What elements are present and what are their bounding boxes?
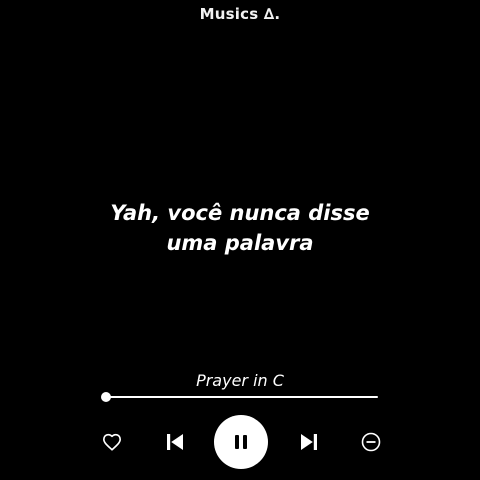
skip-previous-icon — [167, 434, 183, 450]
pause-button[interactable] — [214, 415, 268, 469]
previous-button[interactable] — [163, 430, 187, 454]
lyrics-line: uma palavra — [166, 231, 314, 255]
minus-circle-icon — [361, 432, 381, 452]
lyrics-line: Yah, você nunca disse — [110, 201, 370, 225]
app-title: Musics ∆. — [199, 5, 281, 23]
song-title: Prayer in C — [196, 371, 284, 390]
like-button[interactable] — [101, 431, 123, 453]
next-button[interactable] — [297, 430, 321, 454]
pause-icon — [235, 435, 247, 449]
progress-thumb[interactable] — [101, 392, 111, 402]
skip-next-icon — [301, 434, 317, 450]
heart-icon — [103, 433, 121, 451]
remove-button[interactable] — [360, 431, 382, 453]
lyrics-display: Yah, você nunca disse uma palavra — [40, 198, 440, 258]
progress-bar[interactable] — [101, 391, 378, 403]
progress-track[interactable] — [106, 396, 378, 398]
